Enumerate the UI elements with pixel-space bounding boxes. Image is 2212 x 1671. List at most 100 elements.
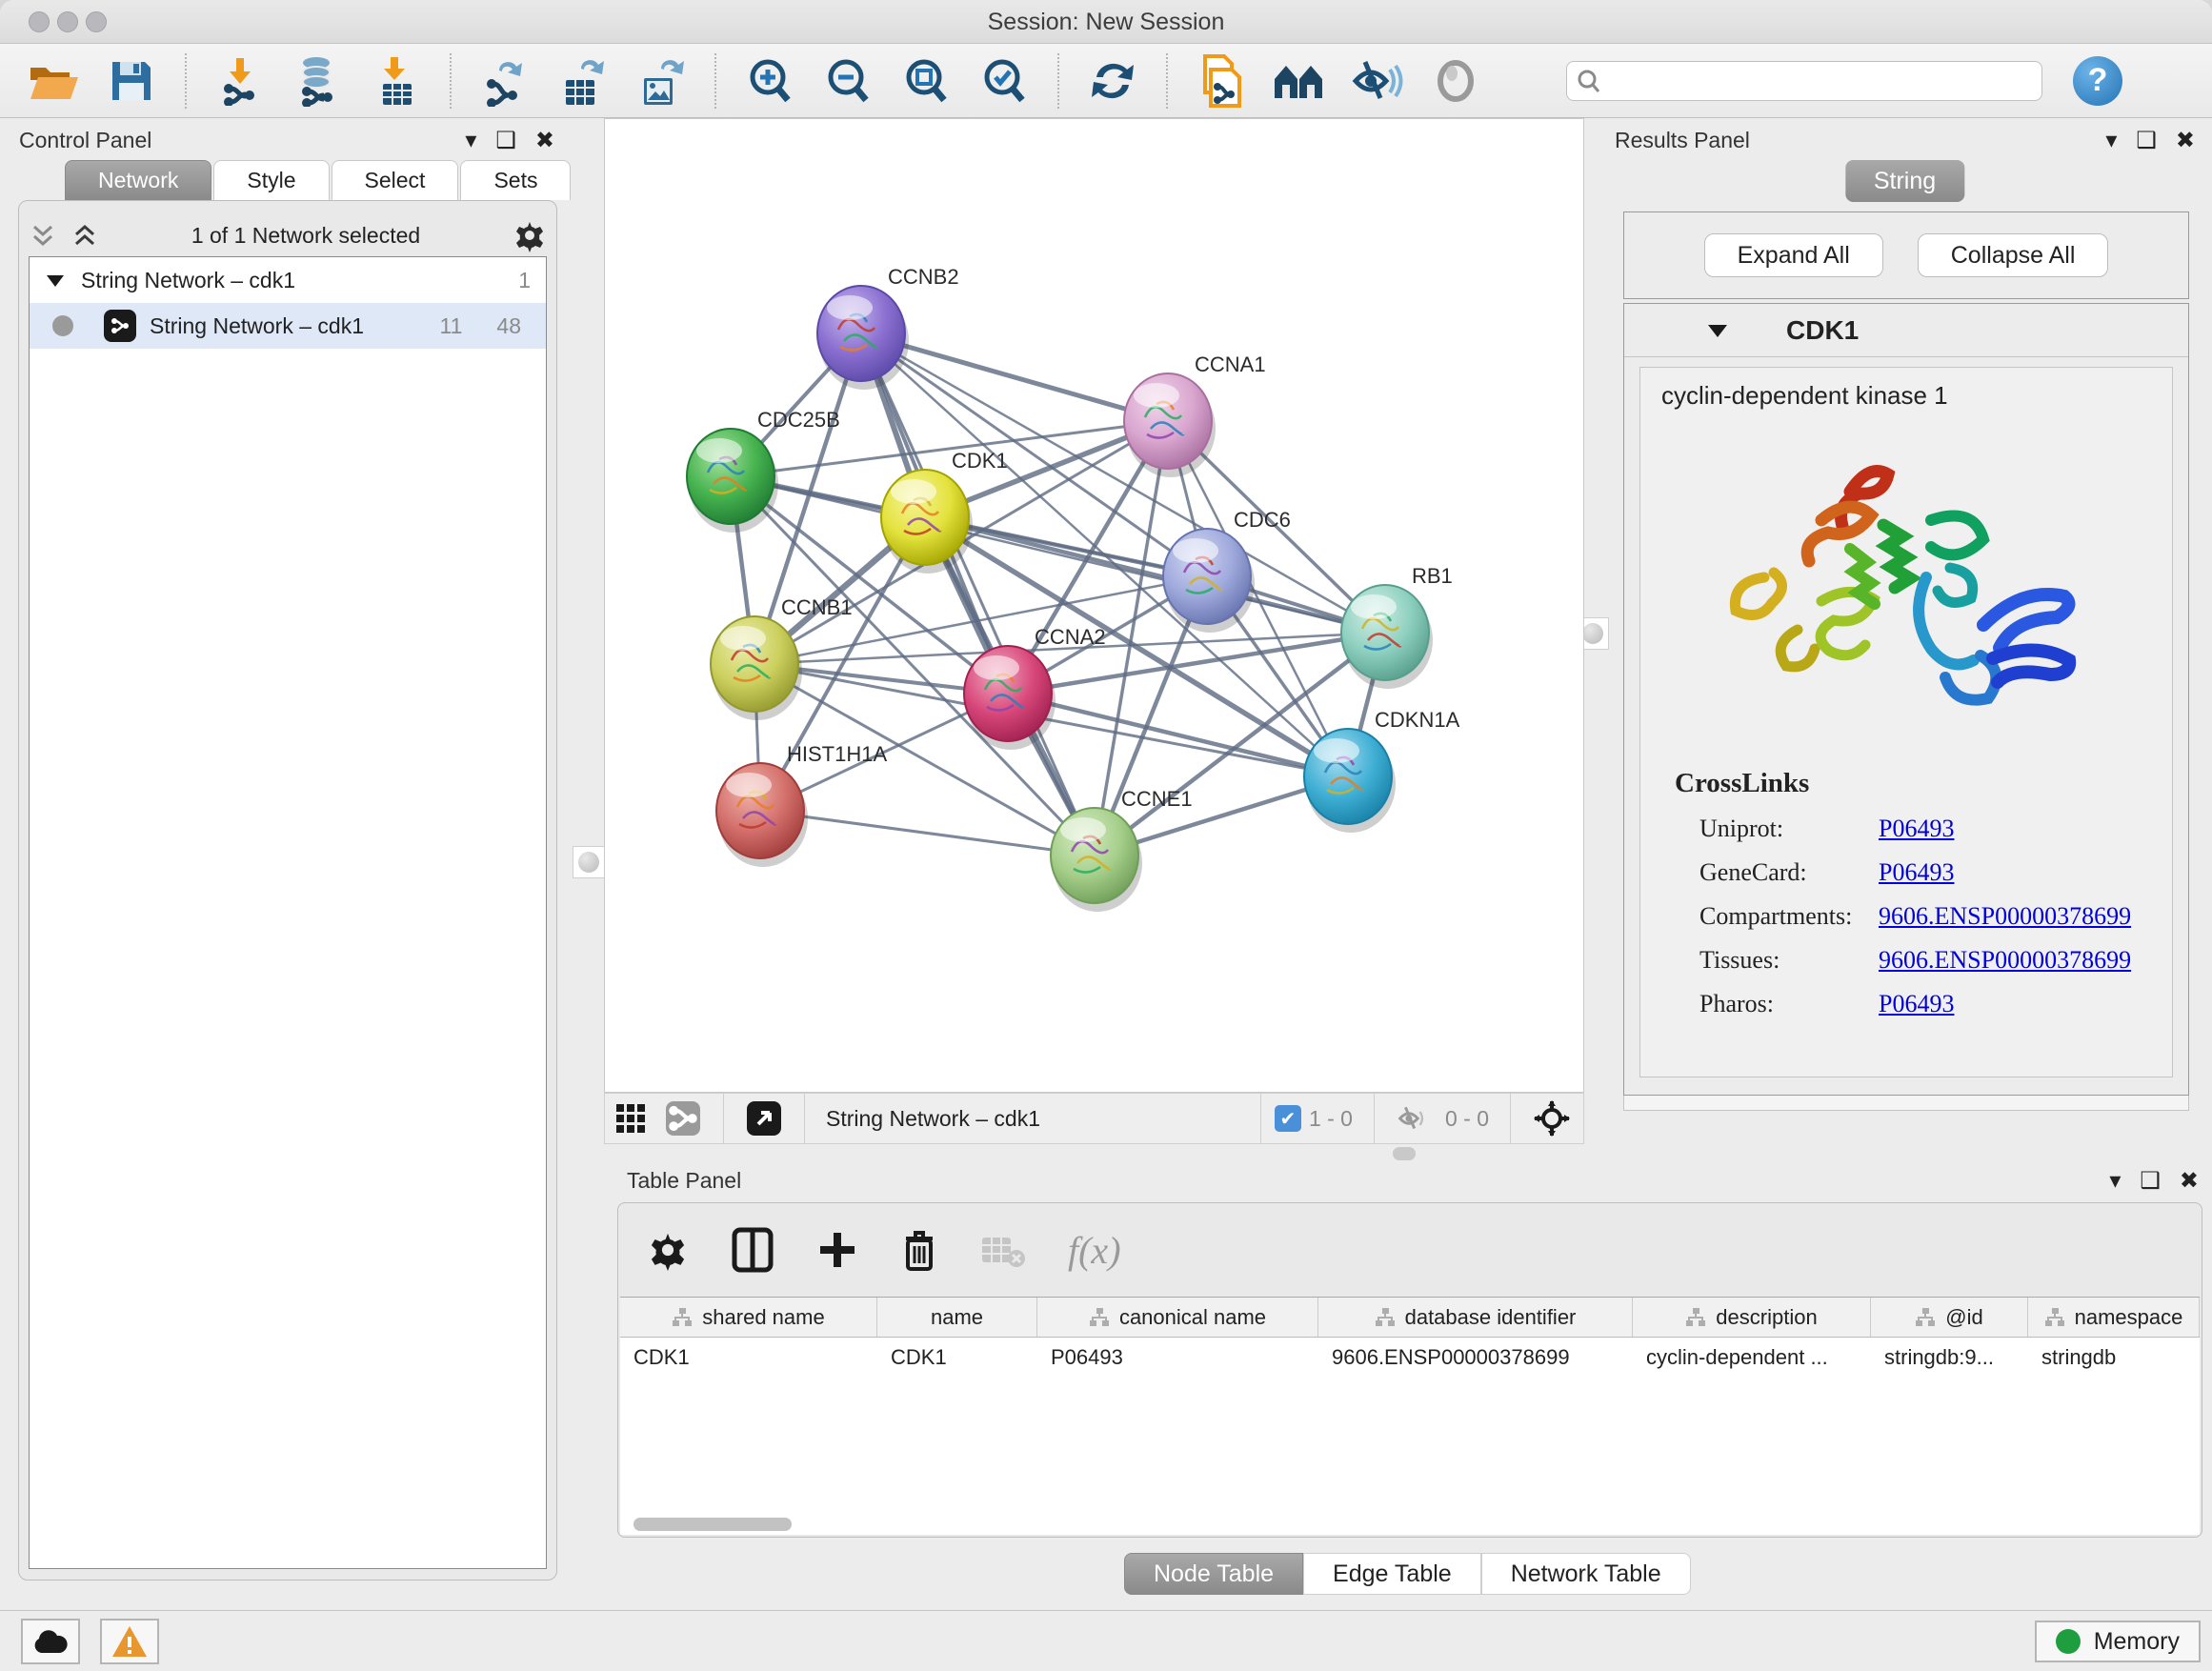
genecard-link[interactable]: P06493	[1879, 858, 1954, 887]
control-panel-close-button[interactable]: ✖	[535, 130, 554, 152]
grid-view-icon[interactable]	[614, 1102, 647, 1135]
import-network-file-button[interactable]	[213, 54, 267, 108]
network-options-gear-icon[interactable]	[513, 218, 547, 252]
results-scrollbar-track[interactable]	[1623, 1096, 2189, 1111]
column-header-name[interactable]: name	[877, 1298, 1037, 1337]
pan-crosshair-icon[interactable]	[1534, 1100, 1570, 1137]
gene-collapse-arrow-icon[interactable]	[1706, 321, 1729, 340]
collapse-all-networks-icon[interactable]	[29, 221, 57, 250]
search-field[interactable]	[1566, 61, 2042, 101]
table-panel-close-button[interactable]: ✖	[2180, 1170, 2199, 1193]
column-header-canonical-name[interactable]: canonical name	[1037, 1298, 1318, 1337]
tab-style[interactable]: Style	[213, 160, 329, 200]
network-edge[interactable]	[760, 811, 1095, 856]
function-builder-button: f(x)	[1068, 1228, 1121, 1273]
collapse-all-button[interactable]: Collapse All	[1918, 233, 2109, 277]
string-view-icon[interactable]	[666, 1101, 700, 1136]
birdseye-view-icon[interactable]	[747, 1101, 781, 1136]
import-network-database-button[interactable]	[292, 54, 345, 108]
tab-string[interactable]: String	[1845, 160, 1964, 202]
network-node-cdc6[interactable]: CDC6	[1163, 508, 1291, 633]
help-button[interactable]: ?	[2073, 56, 2122, 106]
table-options-gear-icon[interactable]	[647, 1229, 689, 1271]
table-panel-float-button[interactable]: ❑	[2140, 1170, 2161, 1193]
import-table-file-button[interactable]	[370, 54, 423, 108]
table-cell[interactable]: CDK1	[877, 1338, 1037, 1378]
network-row-selected[interactable]: String Network – cdk1 11 48	[30, 303, 546, 349]
node-table: shared namenamecanonical namedatabase id…	[620, 1297, 2200, 1535]
export-image-button[interactable]	[634, 54, 688, 108]
export-network-button[interactable]	[478, 54, 532, 108]
copy-network-layout-button[interactable]	[1195, 54, 1248, 108]
table-cell[interactable]: P06493	[1037, 1338, 1318, 1378]
hidden-items-eye-slash-icon[interactable]	[1398, 1105, 1428, 1132]
network-edge[interactable]	[861, 333, 1095, 856]
tab-node-table[interactable]: Node Table	[1124, 1553, 1303, 1595]
column-header-database-identifier[interactable]: database identifier	[1318, 1298, 1633, 1337]
network-node-ccnb1[interactable]: CCNB1	[711, 595, 853, 720]
hide-selected-button[interactable]	[1351, 54, 1404, 108]
tab-network-table[interactable]: Network Table	[1481, 1553, 1691, 1595]
collection-expand-arrow-icon[interactable]	[45, 272, 66, 289]
column-header-shared-name[interactable]: shared name	[620, 1298, 877, 1337]
network-node-cdkn1a[interactable]: CDKN1A	[1304, 708, 1460, 833]
warnings-button[interactable]	[100, 1619, 159, 1664]
control-panel-menu-button[interactable]: ▾	[465, 130, 476, 152]
tab-sets[interactable]: Sets	[460, 160, 571, 200]
tissues-link[interactable]: 9606.ENSP00000378699	[1879, 946, 2131, 975]
export-table-button[interactable]	[556, 54, 610, 108]
expand-all-button[interactable]: Expand All	[1704, 233, 1883, 277]
column-header-description[interactable]: description	[1633, 1298, 1871, 1337]
tab-network[interactable]: Network	[65, 160, 211, 200]
open-session-button[interactable]	[27, 54, 80, 108]
table-cell[interactable]: stringdb	[2028, 1338, 2200, 1378]
expand-all-networks-icon[interactable]	[70, 221, 99, 250]
tab-edge-table[interactable]: Edge Table	[1303, 1553, 1481, 1595]
control-panel-title: Control Panel	[19, 128, 151, 153]
column-header--id[interactable]: @id	[1871, 1298, 2028, 1337]
status-bar: Memory	[0, 1610, 2212, 1671]
save-session-button[interactable]	[105, 54, 158, 108]
show-all-button[interactable]	[1429, 54, 1482, 108]
delete-column-trash-icon[interactable]	[900, 1227, 938, 1273]
gene-section-header[interactable]: CDK1	[1624, 304, 2188, 357]
table-cell[interactable]: stringdb:9...	[1871, 1338, 2028, 1378]
selected-items-checkbox[interactable]: ✔	[1275, 1105, 1301, 1132]
zoom-out-button[interactable]	[821, 54, 875, 108]
table-cell[interactable]: cyclin-dependent ...	[1633, 1338, 1871, 1378]
network-node-hist1h1a[interactable]: HIST1H1A	[716, 742, 887, 867]
results-panel-menu-button[interactable]: ▾	[2105, 130, 2117, 152]
memory-button[interactable]: Memory	[2035, 1621, 2201, 1662]
uniprot-link[interactable]: P06493	[1879, 815, 1954, 843]
column-header-namespace[interactable]: namespace	[2028, 1298, 2200, 1337]
left-splitter-handle[interactable]	[573, 846, 605, 878]
tab-select[interactable]: Select	[332, 160, 459, 200]
table-horizontal-scrollbar[interactable]	[633, 1518, 792, 1531]
table-panel-menu-button[interactable]: ▾	[2109, 1170, 2121, 1193]
pharos-link[interactable]: P06493	[1879, 990, 1954, 1018]
canvas-toolbar-separator	[1374, 1093, 1375, 1144]
network-node-ccna1[interactable]: CCNA1	[1124, 352, 1266, 477]
refresh-button[interactable]	[1086, 54, 1139, 108]
eye-slash-icon	[1352, 58, 1403, 104]
zoom-selected-button[interactable]	[977, 54, 1031, 108]
network-canvas[interactable]: CCNB2CCNA1CDC25BCDK1CDC6RB1CCNB1CCNA2CDK…	[604, 118, 1584, 1093]
show-columns-icon[interactable]	[731, 1226, 774, 1274]
node-table-row[interactable]: CDK1CDK1P064939606.ENSP00000378699cyclin…	[620, 1338, 2200, 1378]
compartments-link[interactable]: 9606.ENSP00000378699	[1879, 902, 2131, 931]
network-edge[interactable]	[925, 517, 1385, 633]
search-input[interactable]	[1601, 68, 2032, 94]
network-node-ccnb2[interactable]: CCNB2	[817, 265, 959, 390]
zoom-in-button[interactable]	[743, 54, 796, 108]
first-neighbors-button[interactable]	[1273, 54, 1326, 108]
create-column-plus-icon[interactable]	[816, 1229, 858, 1271]
zoom-fit-button[interactable]	[899, 54, 953, 108]
network-collection-row[interactable]: String Network – cdk1 1	[30, 257, 546, 303]
network-node-rb1[interactable]: RB1	[1341, 564, 1453, 689]
control-panel-float-button[interactable]: ❑	[495, 130, 516, 152]
results-panel-close-button[interactable]: ✖	[2176, 130, 2195, 152]
cloud-status-button[interactable]	[21, 1619, 80, 1664]
table-cell[interactable]: CDK1	[620, 1338, 877, 1378]
results-panel-float-button[interactable]: ❑	[2136, 130, 2157, 152]
table-cell[interactable]: 9606.ENSP00000378699	[1318, 1338, 1633, 1378]
